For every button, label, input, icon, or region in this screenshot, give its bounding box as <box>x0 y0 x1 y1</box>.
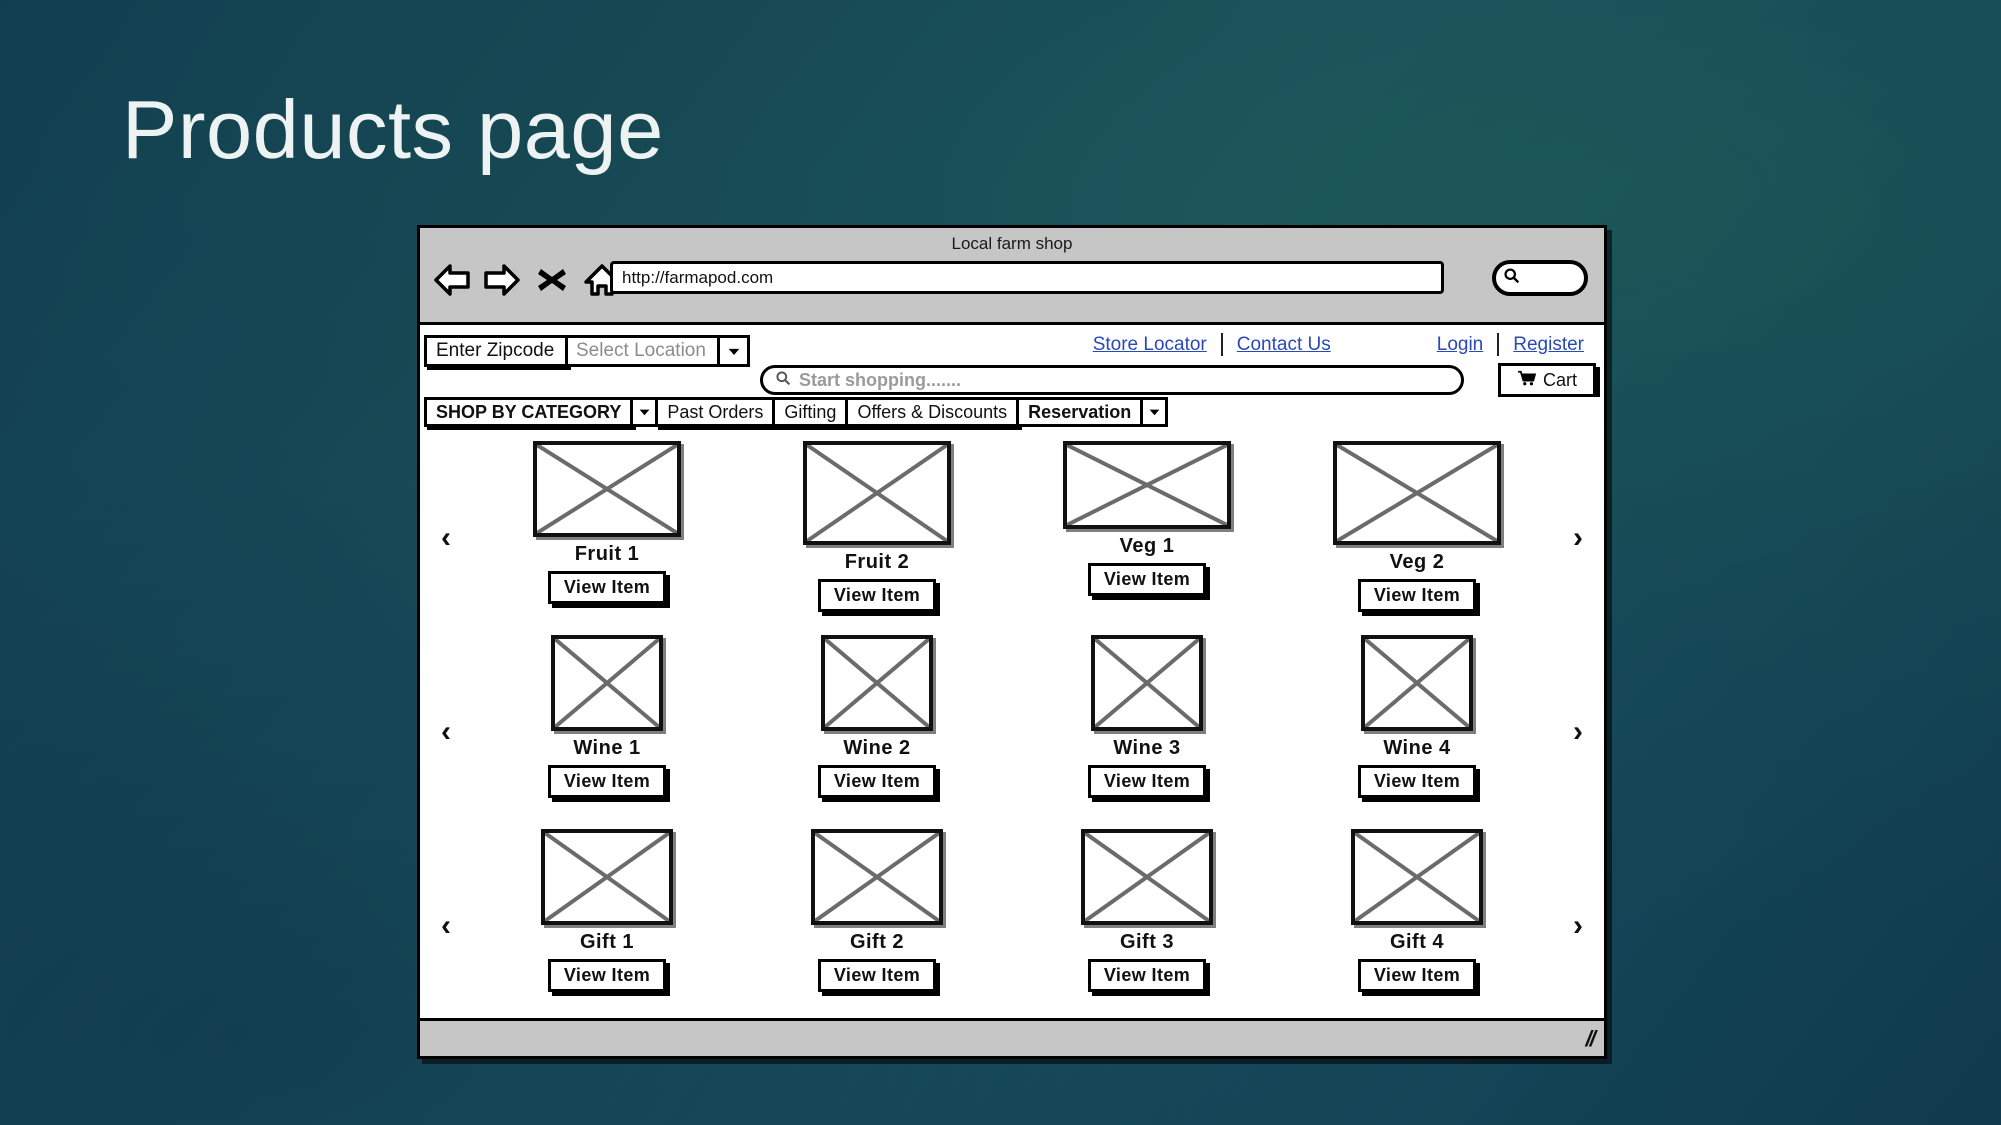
product-carousels: ‹ Fruit 1 View Item Fruit 2 View Item Ve… <box>420 437 1604 1024</box>
view-item-button[interactable]: View Item <box>817 765 937 798</box>
url-input[interactable]: http://farmapod.com <box>610 261 1444 294</box>
location-select[interactable]: Select Location <box>568 335 720 367</box>
view-item-button[interactable]: View Item <box>547 959 667 992</box>
back-arrow-icon[interactable] <box>432 262 472 298</box>
product-name: Fruit 2 <box>844 551 910 573</box>
view-item-button[interactable]: View Item <box>1357 765 1477 798</box>
chevron-right-icon[interactable]: › <box>1552 829 1604 1023</box>
product-thumbnail-placeholder <box>1351 829 1483 925</box>
nav-item-past-orders[interactable]: Past Orders <box>655 397 776 427</box>
view-item-button[interactable]: View Item <box>547 765 667 798</box>
browser-window: Local farm shop http://farmapod.com Ente… <box>417 225 1607 1059</box>
view-item-button[interactable]: View Item <box>817 579 937 612</box>
chevron-right-icon[interactable]: › <box>1552 635 1604 829</box>
product-card[interactable]: Veg 2 View Item <box>1317 441 1517 612</box>
product-thumbnail-placeholder <box>533 441 681 537</box>
browser-window-title: Local farm shop <box>951 234 1073 253</box>
chevron-left-icon[interactable]: ‹ <box>420 829 472 1023</box>
product-name: Gift 3 <box>1119 931 1175 953</box>
product-card[interactable]: Veg 1 View Item <box>1047 441 1247 596</box>
product-name: Gift 2 <box>849 931 905 953</box>
shopping-cart-icon <box>1517 370 1537 391</box>
search-icon <box>1503 267 1520 289</box>
product-name: Fruit 1 <box>574 543 640 565</box>
stop-x-icon[interactable] <box>532 262 572 298</box>
product-thumbnail-placeholder <box>541 829 673 925</box>
product-card[interactable]: Gift 2 View Item <box>777 829 977 992</box>
product-card[interactable]: Wine 2 View Item <box>777 635 977 798</box>
link-register[interactable]: Register <box>1499 334 1598 356</box>
product-thumbnail-placeholder <box>1361 635 1473 731</box>
link-store-locator[interactable]: Store Locator <box>1079 334 1221 356</box>
product-card[interactable]: Wine 3 View Item <box>1047 635 1247 798</box>
forward-arrow-icon[interactable] <box>482 262 522 298</box>
url-text: http://farmapod.com <box>622 267 774 287</box>
view-item-button[interactable]: View Item <box>1087 765 1207 798</box>
header-links: Store Locator Contact Us Login Register <box>1079 333 1598 356</box>
product-name: Wine 2 <box>843 737 911 759</box>
browser-chrome: Local farm shop http://farmapod.com <box>420 228 1604 325</box>
shop-search-input[interactable]: Start shopping....... <box>760 365 1464 395</box>
product-card[interactable]: Wine 1 View Item <box>507 635 707 798</box>
carousel-row: ‹ Wine 1 View Item Wine 2 View Item Wine… <box>420 635 1604 829</box>
product-thumbnail-placeholder <box>1081 829 1213 925</box>
product-name: Wine 3 <box>1113 737 1181 759</box>
search-icon <box>775 370 791 391</box>
product-card[interactable]: Fruit 2 View Item <box>777 441 977 612</box>
nav-item-shop-by-category[interactable]: SHOP BY CATEGORY <box>424 397 634 427</box>
product-card[interactable]: Gift 3 View Item <box>1047 829 1247 992</box>
nav-item-reservation[interactable]: Reservation <box>1016 397 1144 427</box>
product-thumbnail-placeholder <box>803 441 951 545</box>
product-name: Gift 1 <box>579 931 635 953</box>
chevron-down-icon[interactable] <box>630 397 659 427</box>
site-header: Enter Zipcode Select Location Store Loca… <box>420 325 1604 397</box>
zipcode-input[interactable]: Enter Zipcode <box>424 335 568 367</box>
view-item-button[interactable]: View Item <box>1087 959 1207 992</box>
shop-search-placeholder: Start shopping....... <box>799 369 961 390</box>
category-nav: SHOP BY CATEGORY Past Orders Gifting Off… <box>420 397 1604 437</box>
view-item-button[interactable]: View Item <box>1087 563 1207 596</box>
view-item-button[interactable]: View Item <box>1357 959 1477 992</box>
product-thumbnail-placeholder <box>1091 635 1203 731</box>
view-item-button[interactable]: View Item <box>1357 579 1477 612</box>
product-thumbnail-placeholder <box>1333 441 1501 545</box>
product-name: Wine 1 <box>573 737 641 759</box>
product-name: Wine 4 <box>1383 737 1451 759</box>
product-thumbnail-placeholder <box>821 635 933 731</box>
cart-button[interactable]: Cart <box>1498 363 1596 397</box>
product-name: Gift 4 <box>1389 931 1445 953</box>
view-item-button[interactable]: View Item <box>547 571 667 604</box>
product-name: Veg 1 <box>1119 535 1175 557</box>
nav-item-gifting[interactable]: Gifting <box>772 397 849 427</box>
link-login[interactable]: Login <box>1423 334 1498 356</box>
chevron-down-icon[interactable] <box>720 335 750 367</box>
product-card[interactable]: Wine 4 View Item <box>1317 635 1517 798</box>
cart-label: Cart <box>1542 369 1577 390</box>
carousel-row: ‹ Fruit 1 View Item Fruit 2 View Item Ve… <box>420 441 1604 635</box>
product-thumbnail-placeholder <box>811 829 943 925</box>
product-thumbnail-placeholder <box>1063 441 1231 529</box>
chevron-left-icon[interactable]: ‹ <box>420 635 472 829</box>
location-controls: Enter Zipcode Select Location <box>424 335 750 367</box>
page-title: Products page <box>122 83 664 176</box>
browser-status-bar: // <box>420 1018 1604 1056</box>
product-card[interactable]: Gift 4 View Item <box>1317 829 1517 992</box>
view-item-button[interactable]: View Item <box>817 959 937 992</box>
nav-item-offers-discounts[interactable]: Offers & Discounts <box>845 397 1020 427</box>
chevron-right-icon[interactable]: › <box>1552 441 1604 635</box>
link-contact-us[interactable]: Contact Us <box>1223 334 1345 356</box>
carousel-row: ‹ Gift 1 View Item Gift 2 View Item Gift… <box>420 829 1604 1023</box>
resize-grip-icon[interactable]: // <box>1583 1026 1597 1052</box>
product-card[interactable]: Gift 1 View Item <box>507 829 707 992</box>
product-thumbnail-placeholder <box>551 635 663 731</box>
product-card[interactable]: Fruit 1 View Item <box>507 441 707 604</box>
browser-search-box[interactable] <box>1492 260 1588 296</box>
chevron-left-icon[interactable]: ‹ <box>420 441 472 635</box>
product-name: Veg 2 <box>1389 551 1445 573</box>
chevron-down-icon[interactable] <box>1140 397 1169 427</box>
browser-toolbar <box>432 262 622 298</box>
